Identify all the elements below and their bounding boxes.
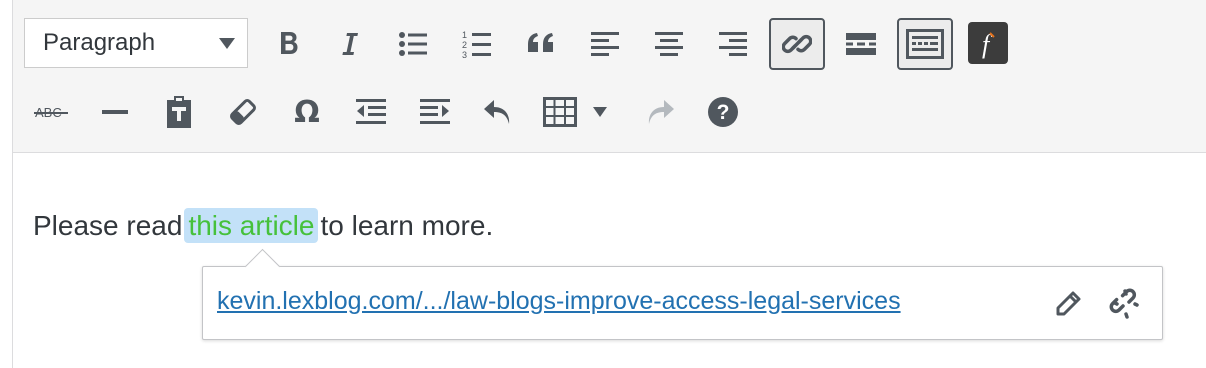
table-button[interactable]: [543, 92, 615, 132]
redo-button: [639, 92, 679, 132]
paste-text-icon: [167, 96, 191, 128]
help-icon: ?: [708, 97, 738, 127]
paste-as-text-button[interactable]: [159, 92, 199, 132]
insert-link-button[interactable]: [769, 18, 825, 70]
editor-toolbar: Paragraph 123 f ABC Ω ?: [13, 0, 1206, 153]
horizontal-line-button[interactable]: [95, 92, 135, 132]
eraser-icon: [230, 99, 256, 125]
editor-content[interactable]: Please read this article to learn more.: [33, 208, 494, 243]
edit-link-button[interactable]: [1051, 287, 1085, 321]
bulleted-list-button[interactable]: [393, 22, 433, 66]
read-more-button[interactable]: [841, 22, 881, 66]
strikethrough-icon: ABC: [34, 105, 68, 120]
toolbar-toggle-button[interactable]: [897, 18, 953, 70]
pencil-icon: [1056, 291, 1081, 316]
svg-text:?: ?: [717, 101, 730, 124]
align-left-icon: [591, 32, 619, 56]
italic-button[interactable]: [329, 22, 369, 66]
omega-icon: Ω: [294, 94, 320, 130]
undo-icon: [484, 100, 510, 124]
f-logo-icon: f: [982, 30, 995, 59]
chevron-down-icon: [219, 38, 235, 49]
align-right-icon: [719, 32, 747, 56]
bold-button[interactable]: [269, 22, 309, 66]
align-right-button[interactable]: [713, 22, 753, 66]
strikethrough-button[interactable]: ABC: [31, 92, 71, 132]
blockquote-button[interactable]: [521, 22, 561, 66]
italic-icon: [342, 33, 358, 55]
numbered-list-button[interactable]: 123: [457, 22, 497, 66]
link-url[interactable]: kevin.lexblog.com/.../law-blogs-improve-…: [217, 287, 901, 316]
read-more-icon: [846, 33, 876, 55]
chevron-down-icon: [593, 107, 607, 117]
remove-link-button[interactable]: [1109, 287, 1143, 321]
horizontal-line-icon: [102, 110, 128, 114]
format-select[interactable]: Paragraph: [24, 18, 248, 68]
bulleted-list-icon: [399, 32, 427, 56]
keyboard-icon: [906, 29, 944, 59]
outdent-icon: [356, 99, 386, 124]
unlink-icon: [1109, 288, 1139, 319]
undo-button[interactable]: [479, 92, 519, 132]
help-button[interactable]: ?: [703, 92, 743, 132]
align-center-button[interactable]: [649, 22, 689, 66]
decrease-indent-button[interactable]: [351, 92, 391, 132]
indent-icon: [420, 99, 450, 124]
special-character-button[interactable]: Ω: [287, 92, 327, 132]
text-before-link: Please read: [33, 210, 183, 241]
text-after-link: to learn more.: [320, 210, 494, 241]
svg-text:2: 2: [462, 40, 467, 50]
blockquote-icon: [528, 33, 553, 52]
svg-text:3: 3: [462, 50, 467, 59]
format-select-value: Paragraph: [43, 29, 156, 56]
table-icon: [543, 97, 577, 127]
link-icon: [782, 34, 812, 54]
svg-text:1: 1: [462, 30, 467, 40]
align-center-icon: [655, 32, 683, 56]
increase-indent-button[interactable]: [415, 92, 455, 132]
align-left-button[interactable]: [585, 22, 625, 66]
bold-icon: [281, 32, 298, 54]
selected-link-text[interactable]: this article: [184, 208, 319, 243]
clear-formatting-button[interactable]: [223, 92, 263, 132]
link-popup: kevin.lexblog.com/.../law-blogs-improve-…: [202, 248, 1163, 340]
numbered-list-icon: 123: [462, 30, 491, 59]
redo-icon: [648, 100, 674, 124]
plugin-f-button[interactable]: f: [968, 22, 1008, 64]
